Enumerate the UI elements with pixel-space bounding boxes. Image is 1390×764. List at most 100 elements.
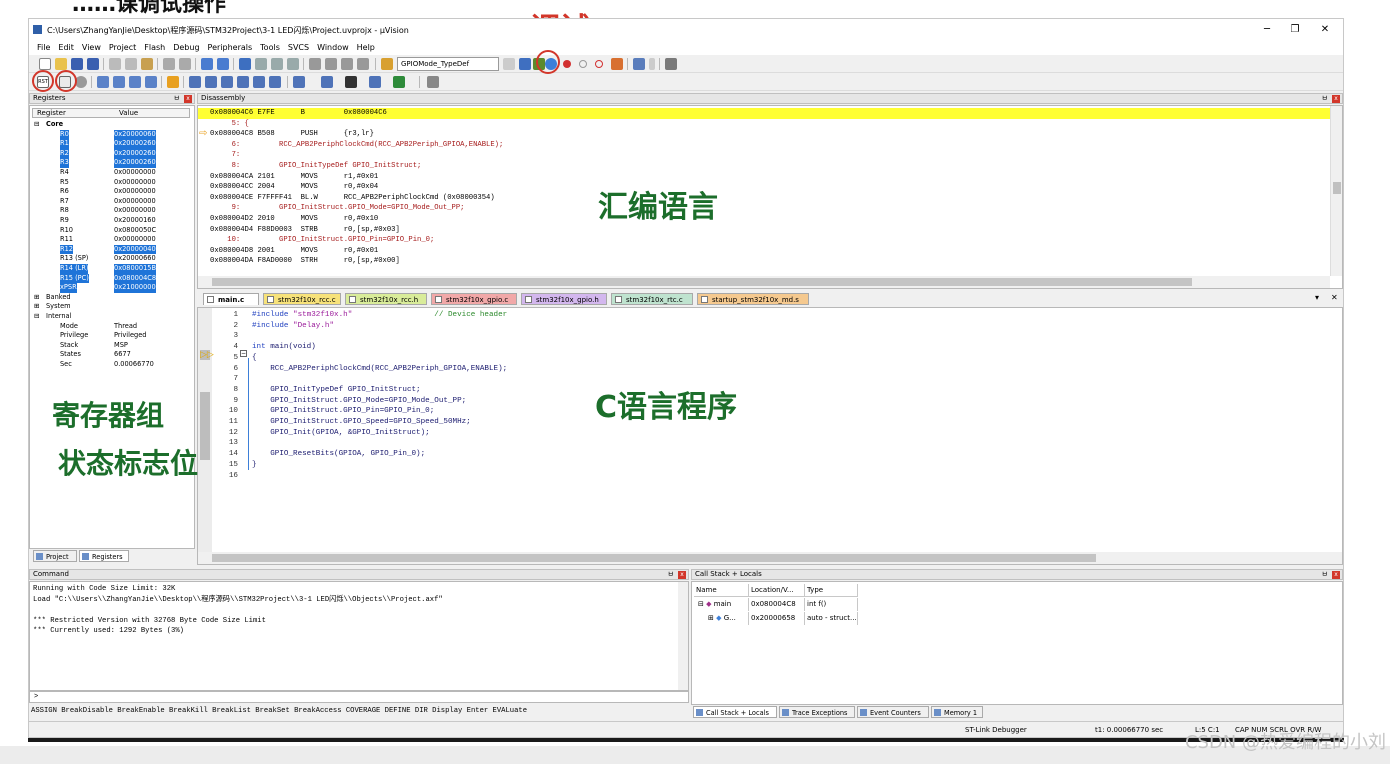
- source-line[interactable]: 8: GPIO_InitTypeDef GPIO_InitStruct;: [210, 161, 422, 172]
- memory-window-icon[interactable]: [293, 76, 305, 88]
- register-row[interactable]: R7 0x00000000: [30, 197, 194, 207]
- source-line[interactable]: 10: GPIO_InitStruct.GPIO_Pin=GPIO_Pin_0;: [210, 235, 434, 246]
- callstack-row-main[interactable]: ⊟ ◆ main 0x080004C8 int f(): [694, 598, 858, 611]
- clear-bookmarks-icon[interactable]: [287, 58, 299, 70]
- callstack-row-local[interactable]: ⊞ ◆ G... 0x20000658 auto - struct...: [694, 612, 858, 625]
- col-name[interactable]: Name: [694, 584, 749, 597]
- maximize-button[interactable]: ❐: [1285, 23, 1305, 37]
- menu-edit[interactable]: Edit: [54, 41, 78, 55]
- close-panel-icon[interactable]: x: [1332, 571, 1340, 579]
- prev-bookmark-icon[interactable]: [255, 58, 267, 70]
- undo-icon[interactable]: [163, 58, 175, 70]
- code-line[interactable]: GPIO_Init(GPIOA, &GPIO_InitStruct);: [252, 428, 430, 439]
- window-layout-icon[interactable]: [633, 58, 645, 70]
- find-in-files-icon[interactable]: [381, 58, 393, 70]
- uncomment-icon[interactable]: [357, 58, 369, 70]
- register-row[interactable]: R0 0x20000060: [30, 129, 194, 140]
- expand-icon[interactable]: ⊞: [708, 614, 716, 622]
- unindent-icon[interactable]: [325, 58, 337, 70]
- register-row[interactable]: R8 0x00000000: [30, 206, 194, 216]
- source-line[interactable]: 7:: [210, 150, 241, 161]
- fold-toggle-icon[interactable]: −: [240, 350, 247, 357]
- source-line[interactable]: 6: RCC_APB2PeriphClockCmd(RCC_APB2Periph…: [210, 140, 504, 151]
- kill-breakpoints-icon[interactable]: [611, 58, 623, 70]
- tab-call-stack-locals[interactable]: Call Stack + Locals: [693, 706, 777, 718]
- step-out-icon[interactable]: [129, 76, 141, 88]
- code-line[interactable]: GPIO_InitStruct.GPIO_Pin=GPIO_Pin_0;: [252, 406, 434, 417]
- redo-icon[interactable]: [179, 58, 191, 70]
- code-line[interactable]: GPIO_ResetBits(GPIOA, GPIO_Pin_0);: [252, 449, 425, 460]
- tab-project[interactable]: Project: [33, 550, 77, 562]
- comment-icon[interactable]: [341, 58, 353, 70]
- code-line[interactable]: {: [252, 353, 257, 364]
- menu-window[interactable]: Window: [313, 41, 353, 55]
- menu-peripherals[interactable]: Peripherals: [204, 41, 257, 55]
- code-line[interactable]: int main(void): [252, 342, 316, 353]
- menu-file[interactable]: File: [33, 41, 54, 55]
- command-input[interactable]: >: [29, 691, 689, 703]
- menu-view[interactable]: View: [78, 41, 105, 55]
- col-value[interactable]: Value: [119, 109, 138, 118]
- nav-back-icon[interactable]: [201, 58, 213, 70]
- new-file-icon[interactable]: [39, 58, 51, 70]
- watch-window-icon[interactable]: [269, 76, 281, 88]
- close-panel-icon[interactable]: x: [678, 571, 686, 579]
- hscroll-thumb[interactable]: [212, 554, 1096, 562]
- call-stack-window-icon[interactable]: [253, 76, 265, 88]
- menu-debug[interactable]: Debug: [169, 41, 203, 55]
- pin-icon[interactable]: ㅂ: [668, 570, 674, 579]
- register-row[interactable]: R3 0x20000260: [30, 158, 194, 168]
- command-window-icon[interactable]: [189, 76, 201, 88]
- editor-tab-rtc-c[interactable]: stm32f10x_rtc.c: [611, 293, 693, 305]
- instruction-line[interactable]: 0x080004CE F7FFFF41 BL.W RCC_APB2PeriphC…: [210, 193, 495, 204]
- serial-window-icon[interactable]: [321, 76, 333, 88]
- step-over-icon[interactable]: [113, 76, 125, 88]
- tab-registers[interactable]: Registers: [79, 550, 129, 562]
- instruction-line[interactable]: 0x080004CA 2101 MOVS r1,#0x01: [210, 172, 378, 183]
- show-next-statement-icon[interactable]: [167, 76, 179, 88]
- pin-icon[interactable]: ㅂ: [1322, 94, 1328, 103]
- close-button[interactable]: ✕: [1315, 23, 1335, 37]
- internal-row[interactable]: Privilege Privileged: [30, 331, 194, 341]
- editor-tab-rcc-h[interactable]: stm32f10x_rcc.h: [345, 293, 427, 305]
- close-panel-icon[interactable]: x: [184, 95, 192, 103]
- editor-tab-gpio-c[interactable]: stm32f10x_gpio.c: [431, 293, 517, 305]
- instruction-line[interactable]: 0x080004CC 2004 MOVS r0,#0x04: [210, 182, 378, 193]
- tab-list-icon[interactable]: ▾: [1315, 293, 1319, 302]
- find-icon[interactable]: [519, 58, 531, 70]
- close-panel-icon[interactable]: x: [1332, 95, 1340, 103]
- editor-tab-main-c[interactable]: main.c: [203, 293, 259, 305]
- menu-svcs[interactable]: SVCS: [284, 41, 313, 55]
- code-line[interactable]: }: [252, 460, 257, 471]
- instruction-line[interactable]: 0x080004D8 2001 MOVS r0,#0x01: [210, 246, 378, 257]
- tab-event-counters[interactable]: Event Counters: [857, 706, 929, 718]
- next-bookmark-icon[interactable]: [271, 58, 283, 70]
- registers-window-icon[interactable]: [237, 76, 249, 88]
- expand-icon[interactable]: ⊟: [698, 600, 706, 608]
- source-line[interactable]: 5: {: [210, 119, 249, 130]
- indent-icon[interactable]: [309, 58, 321, 70]
- instruction-line[interactable]: 0x080004C8 B508 PUSH {r3,lr}: [210, 129, 374, 140]
- analysis-window-icon[interactable]: [345, 76, 357, 88]
- insert-breakpoint-icon[interactable]: [563, 60, 571, 68]
- code-line[interactable]: GPIO_InitTypeDef GPIO_InitStruct;: [252, 385, 420, 396]
- pin-icon[interactable]: ㅂ: [1322, 570, 1328, 579]
- save-icon[interactable]: [71, 58, 83, 70]
- col-location[interactable]: Location/V...: [749, 584, 805, 597]
- menu-help[interactable]: Help: [353, 41, 379, 55]
- minimize-button[interactable]: ─: [1257, 23, 1277, 37]
- editor-tab-startup-s[interactable]: startup_stm32f10x_md.s: [697, 293, 809, 305]
- register-row[interactable]: R12 0x20000040: [30, 244, 194, 255]
- register-row[interactable]: R5 0x00000000: [30, 178, 194, 188]
- instruction-line[interactable]: 0x080004DA F8AD0000 STRH r0,[sp,#0x00]: [210, 256, 400, 267]
- register-row[interactable]: R10 0x0800050C: [30, 226, 194, 236]
- register-row[interactable]: xPSR 0x21000000: [30, 283, 194, 293]
- internal-row[interactable]: Sec 0.00066770: [30, 360, 194, 370]
- instruction-line[interactable]: 0x080004C6 E7FE B 0x080004C6: [210, 108, 387, 119]
- system-viewer-icon[interactable]: [393, 76, 405, 88]
- col-register[interactable]: Register: [37, 109, 66, 118]
- register-row[interactable]: R6 0x00000000: [30, 187, 194, 197]
- expand-toggle-icon[interactable]: ⊟: [34, 312, 40, 322]
- code-line[interactable]: #include "stm32f10x.h" // Device header: [252, 310, 507, 321]
- run-to-cursor-icon[interactable]: [145, 76, 157, 88]
